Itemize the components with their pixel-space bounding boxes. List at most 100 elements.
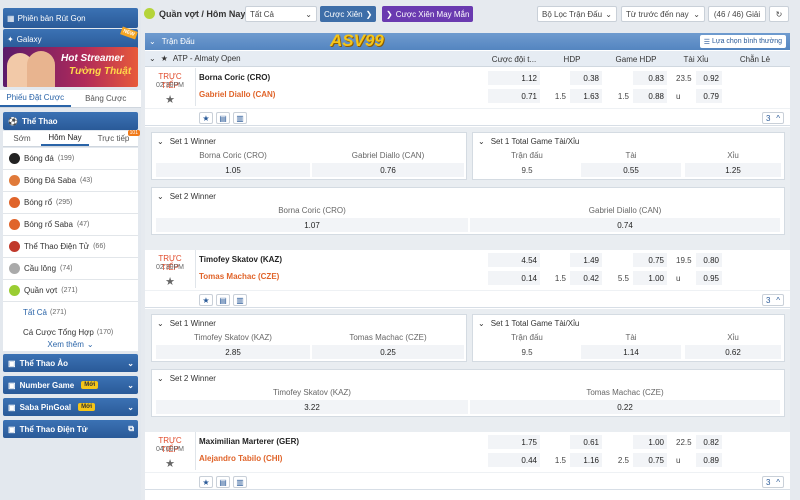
galaxy-button[interactable]: ✦ Galaxy NEW [3, 26, 138, 49]
odds-button[interactable]: 1.75 [488, 435, 540, 449]
sport-item-saba-basketball[interactable]: Bóng rổ Saba (47) [3, 214, 138, 236]
sport-item-badminton[interactable]: Cầu lông (74) [3, 258, 138, 280]
tab-live[interactable]: Trực tiếp 101 [89, 130, 140, 146]
set2-winner-panel: ⌄ Set 2 Winner Borna Coric (CRO) Gabriel … [151, 187, 785, 235]
set1-total-panel: ⌄ Set 1 Total Game Tài/Xỉu Trận đấu Tài X… [472, 132, 785, 180]
lucky-parlay-button[interactable]: ❯ Cược Xiên May Mắn [382, 6, 474, 22]
odds-button[interactable]: 0.83 [633, 71, 667, 85]
odds-button[interactable]: 0.71 [488, 89, 540, 103]
more-markets-button[interactable]: 3 ^ [762, 476, 784, 488]
sports-header[interactable]: ⚽ Thể Thao [3, 112, 138, 130]
home-team[interactable]: Maximilian Marterer (GER) [199, 437, 299, 446]
odds-button[interactable]: 1.12 [488, 71, 540, 85]
section-virtual-sports[interactable]: ▣ Thể Thao Ảo ⌄ [3, 354, 138, 372]
compact-version-button[interactable]: ▦ Phiên bản Rút Gọn [3, 8, 138, 28]
odds-button[interactable]: 1.16 [570, 453, 602, 467]
hot-streamer-banner[interactable]: Hot Streamer Tường Thuật [3, 47, 138, 87]
away-team[interactable]: Gabriel Diallo (CAN) [199, 90, 275, 99]
odds-button[interactable]: 0.89 [696, 453, 722, 467]
tab-early[interactable]: Sớm [3, 131, 41, 146]
chart-icon[interactable]: ▥ [233, 112, 247, 124]
tennis-sub-all[interactable]: Tất Cả (271) [3, 302, 138, 322]
section-esports[interactable]: ▣ Thể Thao Điện Tử ⧉ [3, 420, 138, 438]
top-bar: Quần vợt / Hôm Nay Tất Cả ⌄ Cược Xiên ❯ ❯ C… [141, 5, 800, 25]
favorite-icon[interactable]: ★ [199, 294, 213, 306]
favorite-icon[interactable]: ★ [199, 112, 213, 124]
match-filter-select[interactable]: Bộ Lọc Trận Đấu ⌄ [537, 6, 617, 22]
parlay-button[interactable]: Cược Xiên ❯ [320, 6, 377, 22]
odds-button[interactable]: 0.14 [488, 271, 540, 285]
odds-button[interactable]: 0.76 [312, 163, 464, 177]
time-filter-select[interactable]: Từ trước đến nay ⌄ [621, 6, 705, 22]
chart-icon[interactable]: ▥ [233, 476, 247, 488]
odds-button[interactable]: 1.00 [633, 271, 667, 285]
sport-item-basketball[interactable]: Bóng rổ (295) [3, 192, 138, 214]
away-team[interactable]: Tomas Machac (CZE) [199, 272, 279, 281]
odds-button[interactable]: 3.22 [156, 400, 468, 414]
favorite-icon[interactable]: ★ [199, 476, 213, 488]
stats-icon[interactable]: ▤ [216, 476, 230, 488]
match-time: 04:00PM [155, 446, 185, 453]
odds-button[interactable]: 0.80 [696, 253, 722, 267]
odds-button[interactable]: 0.95 [696, 271, 722, 285]
stats-icon[interactable]: ▤ [216, 112, 230, 124]
line-value: u [676, 456, 681, 465]
sport-name: Bóng rổ Saba [24, 220, 73, 229]
odds-button[interactable]: 1.63 [570, 89, 602, 103]
filter-all-select[interactable]: Tất Cả ⌄ [245, 6, 317, 22]
section-number-game[interactable]: ▣ Number Game Mới ⌄ [3, 376, 138, 394]
star-icon[interactable]: ★ [161, 54, 168, 63]
player-b-label: Tomas Machac (CZE) [349, 333, 427, 342]
sort-select[interactable]: ☰ Lựa chọn bình thường [699, 35, 786, 48]
odds-button[interactable]: 0.75 [633, 453, 667, 467]
home-team[interactable]: Borna Coric (CRO) [199, 73, 270, 82]
pingoal-icon: ▣ [8, 402, 16, 412]
home-team[interactable]: Timofey Skatov (KAZ) [199, 255, 282, 264]
odds-button[interactable]: 0.82 [696, 435, 722, 449]
odds-button[interactable]: 1.07 [156, 218, 468, 232]
sport-item-football[interactable]: Bóng đá (199) [3, 148, 138, 170]
favorite-star-icon[interactable]: ★ [164, 276, 176, 288]
odds-button[interactable]: 0.25 [312, 345, 464, 359]
more-markets-button[interactable]: 3 ^ [762, 112, 784, 124]
odds-button[interactable]: 0.38 [570, 71, 602, 85]
odds-button[interactable]: 4.54 [488, 253, 540, 267]
odds-button[interactable]: 0.79 [696, 89, 722, 103]
sport-item-esports[interactable]: Thể Thao Điện Tử (66) [3, 236, 138, 258]
odds-button[interactable]: 1.00 [633, 435, 667, 449]
odds-button[interactable]: 0.75 [633, 253, 667, 267]
odds-button[interactable]: 0.42 [570, 271, 602, 285]
section-saba-pingoal[interactable]: ▣ Saba PinGoal Mới ⌄ [3, 398, 138, 416]
chart-icon[interactable]: ▥ [233, 294, 247, 306]
odds-button[interactable]: 0.92 [696, 71, 722, 85]
see-more-link[interactable]: Xem thêm ⌄ [3, 337, 138, 351]
refresh-button[interactable]: ↻ [769, 6, 789, 22]
more-markets-button[interactable]: 3 ^ [762, 294, 784, 306]
set1-winner-panel: ⌄ Set 1 Winner Borna Coric (CRO) Gabriel … [151, 132, 467, 180]
odds-button[interactable]: 0.55 [581, 163, 681, 177]
odds-button[interactable]: 1.25 [685, 163, 781, 177]
odds-button[interactable]: 2.85 [156, 345, 310, 359]
sport-item-saba-football[interactable]: Bóng Đá Saba (43) [3, 170, 138, 192]
odds-button[interactable]: 0.44 [488, 453, 540, 467]
favorite-star-icon[interactable]: ★ [164, 458, 176, 470]
time-tabs: Sớm Hôm Nay Trực tiếp 101 [3, 130, 140, 147]
bet-tabs: Phiếu Đặt Cược Bảng Cược [0, 90, 141, 108]
odds-button[interactable]: 1.49 [570, 253, 602, 267]
odds-button[interactable]: 0.88 [633, 89, 667, 103]
tab-today[interactable]: Hôm Nay [41, 131, 89, 146]
sport-item-tennis[interactable]: Quần vợt (271) [3, 280, 138, 302]
stats-icon[interactable]: ▤ [216, 294, 230, 306]
away-team[interactable]: Alejandro Tabilo (CHI) [199, 454, 282, 463]
favorite-star-icon[interactable]: ★ [164, 94, 176, 106]
odds-button[interactable]: 1.14 [581, 345, 681, 359]
matches-header[interactable]: ⌄ Trận Đấu ASV99 ☰ Lựa chọn bình thường [145, 31, 790, 50]
odds-button[interactable]: 1.05 [156, 163, 310, 177]
odds-button[interactable]: 0.61 [570, 435, 602, 449]
league-row[interactable]: ⌄ ★ ATP - Almaty Open Cược đội t... HDP Ga… [145, 51, 790, 67]
odds-button[interactable]: 0.62 [685, 345, 781, 359]
tab-bet-slip[interactable]: Phiếu Đặt Cược [0, 90, 71, 107]
tab-bet-list[interactable]: Bảng Cược [71, 90, 142, 107]
odds-button[interactable]: 0.74 [470, 218, 780, 232]
odds-button[interactable]: 0.22 [470, 400, 780, 414]
